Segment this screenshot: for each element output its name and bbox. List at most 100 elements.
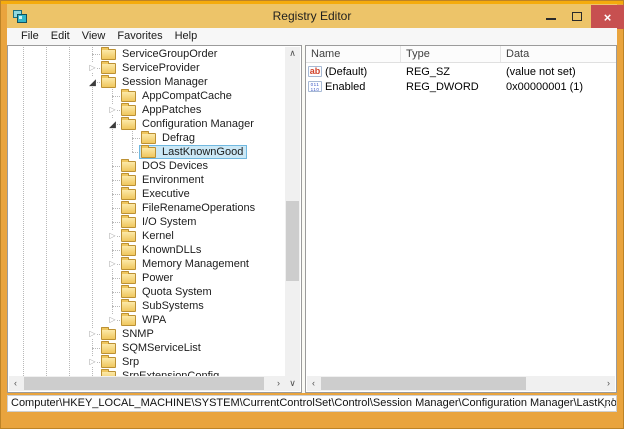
folder-icon [101, 341, 116, 354]
tree-item-label: Configuration Manager [142, 117, 254, 130]
tree-item-subsystems[interactable]: SubSystems [9, 299, 285, 313]
expander-collapsed-icon[interactable]: ▷ [108, 315, 117, 324]
scroll-down-icon[interactable]: ∨ [286, 378, 299, 391]
expander-collapsed-icon[interactable]: ▷ [108, 231, 117, 240]
tree-item-session-manager[interactable]: ◢ Session Manager [9, 75, 285, 89]
tree-connector[interactable]: ◢ [106, 117, 120, 131]
tree-item-appcompatcache[interactable]: AppCompatCache [9, 89, 285, 103]
menu-help[interactable]: Help [169, 28, 204, 45]
expander-collapsed-icon[interactable]: ▷ [108, 259, 117, 268]
menu-file[interactable]: File [15, 28, 45, 45]
folder-icon [101, 369, 116, 376]
value-name: Enabled [325, 80, 366, 93]
tree-connector [106, 271, 120, 285]
expander-collapsed-icon[interactable]: ▷ [88, 357, 97, 366]
value-data: 0x00000001 (1) [506, 80, 584, 93]
tree-item-label: ServiceGroupOrder [122, 47, 218, 60]
tree-item-defrag[interactable]: Defrag [9, 131, 285, 145]
tree-item-quota-system[interactable]: Quota System [9, 285, 285, 299]
value-data: (value not set) [506, 65, 576, 78]
tree-item-label: ServiceProvider [122, 61, 200, 74]
tree-connector[interactable]: ▷ [106, 229, 120, 243]
tree-item-lastknowngood[interactable]: LastKnownGood [9, 145, 285, 159]
tree-item-label: Defrag [162, 131, 196, 144]
tree-vscroll-thumb[interactable] [286, 201, 299, 281]
expander-collapsed-icon[interactable]: ▷ [88, 63, 97, 72]
tree-connector[interactable]: ▷ [86, 327, 100, 341]
tree-connector [106, 299, 120, 313]
scroll-right-icon[interactable]: › [602, 377, 615, 390]
expander-collapsed-icon[interactable]: ▷ [88, 329, 97, 338]
tree-connector[interactable]: ▷ [86, 61, 100, 75]
tree-item-i-o-system[interactable]: I/O System [9, 215, 285, 229]
tree-item-knowndlls[interactable]: KnownDLLs [9, 243, 285, 257]
tree-connector [106, 187, 120, 201]
folder-icon [121, 173, 136, 186]
tree-item-servicegrouporder[interactable]: ServiceGroupOrder [9, 47, 285, 61]
minimize-button[interactable] [540, 5, 562, 27]
tree-item-srp[interactable]: ▷ Srp [9, 355, 285, 369]
tree-connector[interactable]: ▷ [86, 355, 100, 369]
tree-horizontal-scrollbar[interactable]: ‹ › [9, 376, 285, 391]
tree-item-srpextensionconfig[interactable]: SrpExtensionConfig [9, 369, 285, 376]
value-row-enabled[interactable]: 011 110 Enabled REG_DWORD 0x00000001 (1) [306, 79, 616, 94]
tree-connector[interactable]: ◢ [86, 75, 100, 89]
tree-connector [106, 285, 120, 299]
tree-item-serviceprovider[interactable]: ▷ ServiceProvider [9, 61, 285, 75]
tree-item-kernel[interactable]: ▷ Kernel [9, 229, 285, 243]
expander-expanded-icon[interactable]: ◢ [88, 77, 97, 87]
value-row-default[interactable]: ab (Default) REG_SZ (value not set) [306, 64, 616, 79]
title-bar[interactable]: Registry Editor × [7, 4, 624, 29]
values-horizontal-scrollbar[interactable]: ‹ › [307, 376, 615, 391]
column-header-type[interactable]: Type [401, 46, 501, 62]
column-header-data[interactable]: Data [501, 46, 616, 62]
tree-item-label: DOS Devices [142, 159, 209, 172]
values-header-row: Name Type Data [306, 46, 616, 63]
tree-item-snmp[interactable]: ▷ SNMP [9, 327, 285, 341]
folder-icon [121, 215, 136, 228]
scroll-up-icon[interactable]: ∧ [286, 47, 299, 60]
registry-tree: ServiceGroupOrder ▷ ServiceProvider ◢ Sessio… [9, 47, 285, 376]
folder-icon [121, 299, 136, 312]
folder-icon [121, 285, 136, 298]
tree-item-wpa[interactable]: ▷ WPA [9, 313, 285, 327]
minimize-icon [546, 18, 556, 20]
tree-item-environment[interactable]: Environment [9, 173, 285, 187]
tree-item-label: AppCompatCache [142, 89, 232, 102]
tree-item-filerenameoperations[interactable]: FileRenameOperations [9, 201, 285, 215]
tree-connector[interactable]: ▷ [106, 257, 120, 271]
folder-icon [121, 89, 136, 102]
tree-item-sqmservicelist[interactable]: SQMServiceList [9, 341, 285, 355]
tree-vertical-scrollbar[interactable]: ∧ ∨ [285, 47, 300, 391]
scroll-right-icon[interactable]: › [272, 377, 285, 390]
tree-item-dos-devices[interactable]: DOS Devices [9, 159, 285, 173]
menu-view[interactable]: View [76, 28, 112, 45]
menu-edit[interactable]: Edit [45, 28, 76, 45]
values-hscroll-thumb[interactable] [321, 377, 526, 390]
selected-key-path: Computer\HKEY_LOCAL_MACHINE\SYSTEM\Curre… [11, 397, 617, 409]
tree-item-configuration-manager[interactable]: ◢ Configuration Manager [9, 117, 285, 131]
expander-collapsed-icon[interactable]: ▷ [108, 105, 117, 114]
tree-connector [106, 173, 120, 187]
scroll-left-icon[interactable]: ‹ [307, 377, 320, 390]
tree-item-executive[interactable]: Executive [9, 187, 285, 201]
scroll-left-icon[interactable]: ‹ [9, 377, 22, 390]
maximize-button[interactable] [566, 5, 588, 27]
expander-expanded-icon[interactable]: ◢ [108, 119, 117, 129]
tree-connector[interactable]: ▷ [106, 313, 120, 327]
tree-item-apppatches[interactable]: ▷ AppPatches [9, 103, 285, 117]
resize-grip-icon[interactable] [603, 398, 614, 409]
column-header-name[interactable]: Name [306, 46, 401, 62]
menu-favorites[interactable]: Favorites [111, 28, 168, 45]
tree-item-memory-management[interactable]: ▷ Memory Management [9, 257, 285, 271]
tree-connector[interactable]: ▷ [106, 103, 120, 117]
folder-icon [121, 159, 136, 172]
tree-item-power[interactable]: Power [9, 271, 285, 285]
folder-icon [101, 355, 116, 368]
tree-connector [106, 215, 120, 229]
folder-icon [121, 117, 136, 130]
tree-hscroll-thumb[interactable] [24, 377, 264, 390]
close-button[interactable]: × [591, 5, 624, 29]
tree-item-label: WPA [142, 313, 167, 326]
tree-item-label: LastKnownGood [162, 145, 244, 158]
